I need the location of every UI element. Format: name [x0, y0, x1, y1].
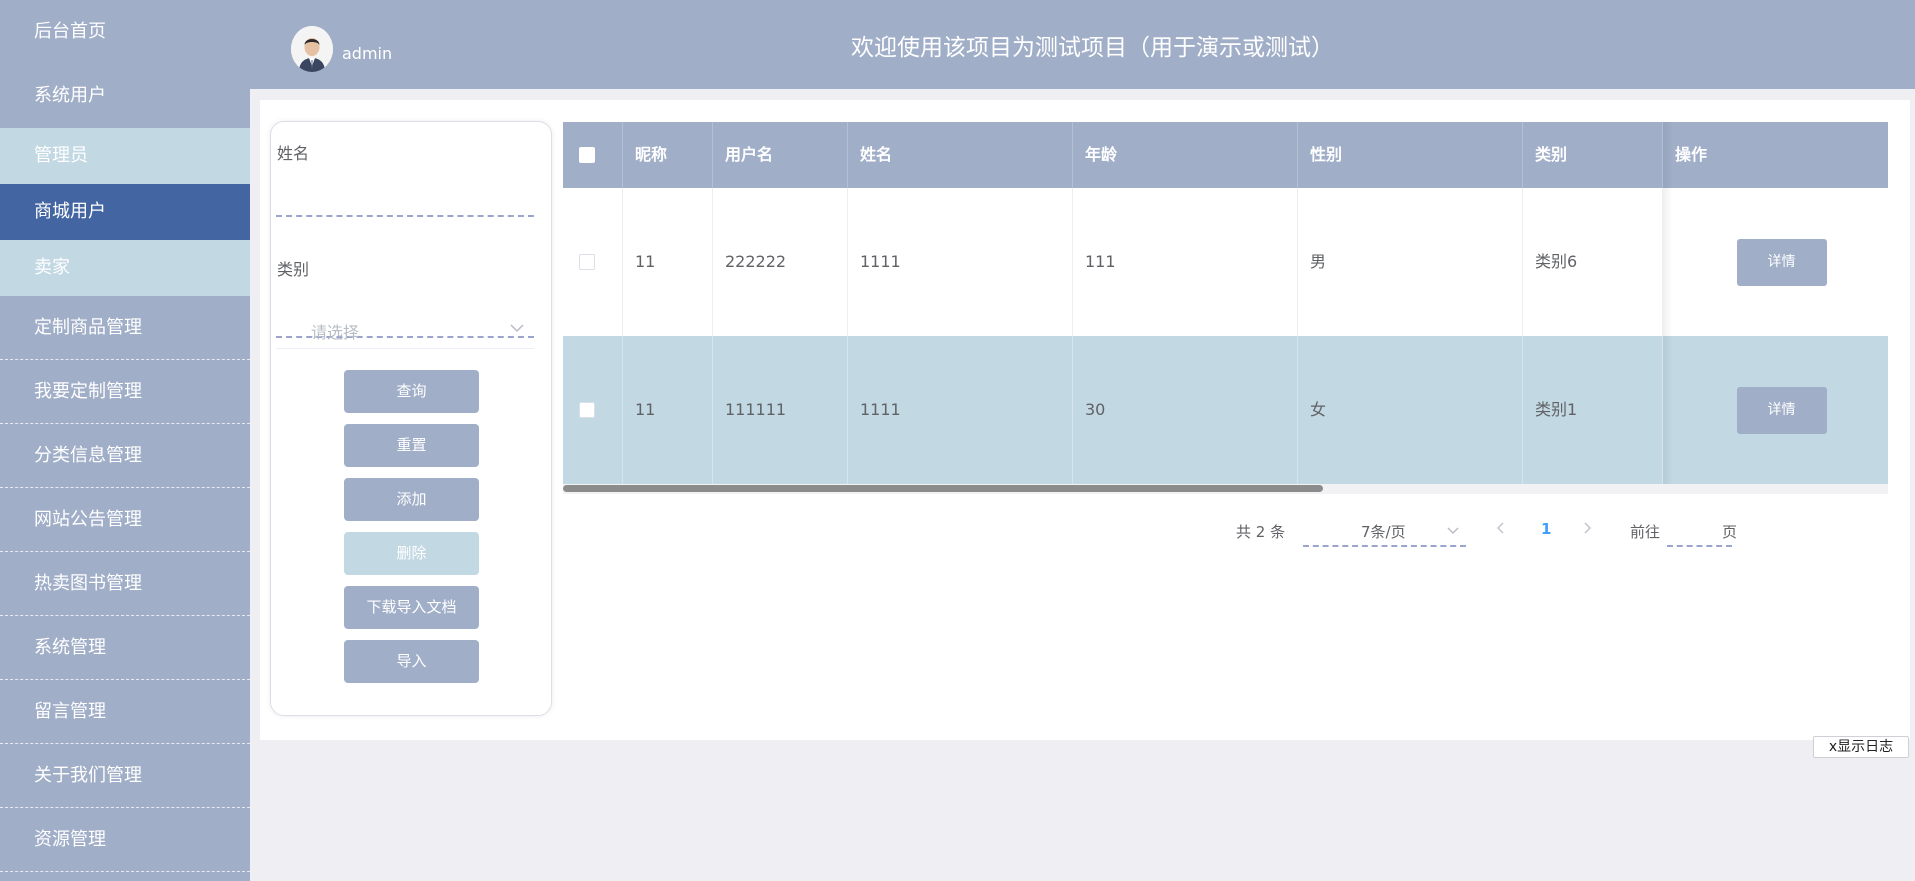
chevron-right-icon[interactable] — [1581, 520, 1593, 536]
sidebar-item-admins[interactable]: 管理员 — [0, 128, 250, 184]
sidebar-item-system-users[interactable]: 系统用户 — [0, 64, 250, 128]
column-header-actions: 操作 — [1675, 145, 1708, 164]
select-all-checkbox[interactable] — [579, 147, 595, 163]
pagination-total: 共 2 条 — [1236, 523, 1286, 541]
column-header-username: 用户名 — [713, 122, 848, 188]
cell-category: 类别1 — [1523, 336, 1663, 484]
sidebar-item-about-us[interactable]: 关于我们管理 — [0, 744, 250, 808]
panel-divider — [276, 348, 534, 349]
column-header-nickname: 昵称 — [623, 122, 713, 188]
sidebar-item-custom-products[interactable]: 定制商品管理 — [0, 296, 250, 360]
page-size-select[interactable]: 7条/页 — [1303, 513, 1466, 547]
sidebar-item-categories[interactable]: 分类信息管理 — [0, 424, 250, 488]
cell-age: 30 — [1073, 336, 1298, 484]
cell-gender: 女 — [1298, 336, 1523, 484]
scrollbar-thumb[interactable] — [563, 485, 1323, 492]
column-header-age: 年龄 — [1073, 122, 1298, 188]
cell-actions: 详情 — [1663, 188, 1888, 336]
goto-label: 前往 — [1630, 523, 1661, 541]
query-button[interactable]: 查询 — [344, 370, 479, 413]
cell-nickname: 11 — [623, 188, 713, 336]
row-checkbox[interactable] — [579, 402, 595, 418]
column-header-gender: 性别 — [1298, 122, 1523, 188]
sidebar-item-bestsellers[interactable]: 热卖图书管理 — [0, 552, 250, 616]
cell-nickname: 11 — [623, 336, 713, 484]
table-header: 昵称 用户名 姓名 年龄 性别 类别 操作 — [563, 122, 1888, 188]
cell-name: 1111 — [848, 188, 1073, 336]
chevron-left-icon[interactable] — [1495, 520, 1507, 536]
cell-username: 222222 — [713, 188, 848, 336]
row-checkbox[interactable] — [579, 254, 595, 270]
category-field-label: 类别 — [277, 260, 310, 279]
chevron-down-icon — [1447, 527, 1459, 534]
delete-button[interactable]: 删除 — [344, 532, 479, 575]
detail-button[interactable]: 详情 — [1736, 386, 1827, 434]
cell-category: 类别6 — [1523, 188, 1663, 336]
page-unit-label: 页 — [1722, 523, 1738, 541]
category-select-placeholder: 请选择 — [311, 323, 360, 342]
chevron-down-icon[interactable] — [507, 318, 527, 338]
sidebar-item-my-customization[interactable]: 我要定制管理 — [0, 360, 250, 424]
users-table: 昵称 用户名 姓名 年龄 性别 类别 操作 11 222222 1111 111… — [563, 122, 1888, 494]
cell-name: 1111 — [848, 336, 1073, 484]
sidebar-item-announcements[interactable]: 网站公告管理 — [0, 488, 250, 552]
table-row: 11 111111 1111 30 女 类别1 详情 — [563, 336, 1888, 484]
fixed-column-shadow — [1663, 122, 1673, 484]
name-input[interactable] — [276, 182, 534, 217]
cell-gender: 男 — [1298, 188, 1523, 336]
table-row: 11 222222 1111 111 男 类别6 详情 — [563, 188, 1888, 336]
cell-age: 111 — [1073, 188, 1298, 336]
page-size-value: 7条/页 — [1361, 523, 1406, 541]
select-all-cell — [563, 122, 623, 188]
search-panel: 姓名 类别 请选择 查询 重置 添加 删除 下载导入文档 导入 — [270, 121, 552, 716]
import-button[interactable]: 导入 — [344, 640, 479, 683]
reset-button[interactable]: 重置 — [344, 424, 479, 467]
sidebar: 后台首页 系统用户 管理员 商城用户 卖家 定制商品管理 我要定制管理 分类信息… — [0, 0, 250, 881]
detail-button[interactable]: 详情 — [1736, 238, 1827, 286]
row-select-cell — [563, 336, 623, 484]
row-select-cell — [563, 188, 623, 336]
main-content: 姓名 类别 请选择 查询 重置 添加 删除 下载导入文档 导入 昵称 用户名 姓… — [260, 100, 1910, 740]
sidebar-item-resources[interactable]: 资源管理 — [0, 808, 250, 872]
cell-actions: 详情 — [1663, 336, 1888, 484]
show-log-button[interactable]: x显示日志 — [1813, 736, 1909, 758]
name-field-label: 姓名 — [277, 144, 310, 163]
page-title: 欢迎使用该项目为测试项目（用于演示或测试） — [851, 35, 1334, 61]
column-header-name: 姓名 — [848, 122, 1073, 188]
sidebar-item-sellers[interactable]: 卖家 — [0, 240, 250, 296]
cell-username: 111111 — [713, 336, 848, 484]
page-number-current[interactable]: 1 — [1541, 520, 1551, 538]
sidebar-item-system[interactable]: 系统管理 — [0, 616, 250, 680]
sidebar-item-messages[interactable]: 留言管理 — [0, 680, 250, 744]
add-button[interactable]: 添加 — [344, 478, 479, 521]
download-template-button[interactable]: 下载导入文档 — [344, 586, 479, 629]
sidebar-item-mall-users[interactable]: 商城用户 — [0, 184, 250, 240]
column-header-category: 类别 — [1523, 122, 1663, 188]
horizontal-scrollbar[interactable] — [563, 484, 1888, 494]
sidebar-item-home[interactable]: 后台首页 — [0, 0, 250, 64]
top-header: admin 欢迎使用该项目为测试项目（用于演示或测试） — [250, 0, 1915, 89]
